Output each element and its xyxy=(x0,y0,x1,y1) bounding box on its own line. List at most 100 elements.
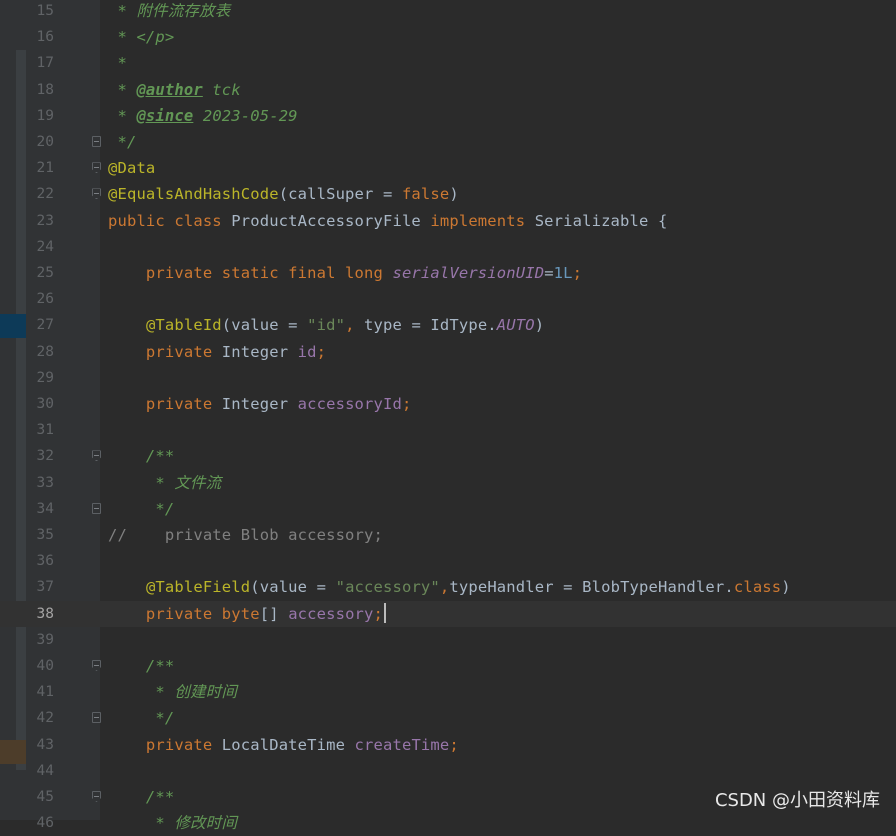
line-number: 24 xyxy=(36,238,54,255)
code-line[interactable]: 18 * @author tck xyxy=(0,77,896,103)
code-text: @TableField(value = "accessory",typeHand… xyxy=(108,576,791,598)
fold-end-icon[interactable] xyxy=(92,502,101,514)
code-text: private LocalDateTime createTime; xyxy=(108,734,459,756)
code-token: public class xyxy=(108,211,232,230)
code-token: * 创建时间 xyxy=(108,683,237,702)
code-line[interactable]: 24 xyxy=(0,234,896,260)
fold-open-icon[interactable] xyxy=(92,450,101,462)
code-text: private Integer accessoryId; xyxy=(108,393,411,415)
code-text: // private Blob accessory; xyxy=(108,524,383,546)
code-line[interactable]: 46 * 修改时间 xyxy=(0,810,896,836)
line-number: 35 xyxy=(36,527,54,543)
code-token: /** xyxy=(108,657,175,675)
code-token: = xyxy=(544,264,554,282)
code-line[interactable]: 29 xyxy=(0,365,896,391)
code-line[interactable]: 28 private Integer id; xyxy=(0,339,896,365)
line-number: 17 xyxy=(36,55,54,72)
code-line[interactable]: 35 // private Blob accessory; xyxy=(0,522,896,548)
fold-open-icon[interactable] xyxy=(92,188,101,200)
code-token: * 附件流存放表 xyxy=(108,2,231,20)
line-number: 36 xyxy=(36,553,54,570)
line-number: 26 xyxy=(36,291,54,308)
code-line[interactable]: 43 private LocalDateTime createTime; xyxy=(0,732,896,758)
code-line[interactable]: 44 xyxy=(0,758,896,784)
line-number: 18 xyxy=(36,81,54,98)
watermark: CSDN @小田资料库 xyxy=(714,790,880,811)
code-line[interactable]: 19 * @since 2023-05-29 xyxy=(0,103,896,129)
code-token: ) xyxy=(534,316,545,335)
code-text: private Integer id; xyxy=(108,341,326,363)
code-line[interactable]: 38 private byte[] accessory; xyxy=(0,600,896,627)
code-token: (value = xyxy=(250,578,336,597)
code-line[interactable]: 33 * 文件流 xyxy=(0,470,896,496)
code-token: private xyxy=(108,342,222,361)
fold-open-icon[interactable] xyxy=(92,660,101,671)
line-number: 38 xyxy=(36,605,54,622)
line-number: 40 xyxy=(36,658,54,674)
line-number: 46 xyxy=(36,815,54,832)
code-line[interactable]: 20 */ xyxy=(0,129,896,155)
code-line[interactable]: 39 xyxy=(0,627,896,653)
code-token: */ xyxy=(108,709,175,728)
code-text: */ xyxy=(108,498,174,520)
code-line[interactable]: 27 @TableId(value = "id", type = IdType.… xyxy=(0,312,896,338)
code-token: createTime xyxy=(354,735,450,754)
code-line[interactable]: 23 public class ProductAccessoryFile impl… xyxy=(0,208,896,234)
code-token: class xyxy=(733,578,782,597)
code-line[interactable]: 30 private Integer accessoryId; xyxy=(0,391,896,417)
code-line[interactable]: 41 * 创建时间 xyxy=(0,679,896,705)
code-token: LocalDateTime xyxy=(221,735,355,754)
code-token: AUTO xyxy=(496,316,535,335)
code-line[interactable]: 32 /** xyxy=(0,443,896,469)
code-token: ProductAccessoryFile xyxy=(231,211,431,230)
code-line[interactable]: 16 * </p> xyxy=(0,24,896,50)
fold-end-icon[interactable] xyxy=(92,712,101,724)
code-text: public class ProductAccessoryFile implem… xyxy=(108,210,667,232)
code-token: (callSuper = xyxy=(278,185,402,204)
code-token: @Data xyxy=(108,159,156,178)
code-line[interactable]: 36 xyxy=(0,548,896,574)
fold-end-icon[interactable] xyxy=(92,136,101,147)
code-text: private static final long serialVersionU… xyxy=(108,262,582,284)
code-token: // private Blob accessory; xyxy=(108,526,383,544)
code-line[interactable]: 26 xyxy=(0,286,896,312)
code-token: private static final long xyxy=(108,264,393,282)
line-number: 27 xyxy=(36,317,54,334)
code-line[interactable]: 15 * 附件流存放表 xyxy=(0,0,896,24)
code-token: ; xyxy=(401,395,412,413)
code-line[interactable]: 22 @EqualsAndHashCode(callSuper = false) xyxy=(0,181,896,207)
code-text: * xyxy=(108,52,127,74)
code-line[interactable]: 21 @Data xyxy=(0,155,896,181)
code-line[interactable]: 25 private static final long serialVersi… xyxy=(0,260,896,286)
line-number: 20 xyxy=(36,134,54,150)
code-token: @TableId xyxy=(145,316,222,335)
code-token: tck xyxy=(202,80,241,99)
line-number: 34 xyxy=(36,500,54,517)
code-text: /** xyxy=(108,445,174,467)
code-line[interactable]: 40 /** xyxy=(0,653,896,679)
line-number: 32 xyxy=(36,448,54,465)
code-line[interactable]: 31 xyxy=(0,417,896,443)
code-token: Integer xyxy=(221,342,298,361)
code-token: /** xyxy=(108,788,175,806)
code-token: private xyxy=(108,604,222,623)
code-text: @TableId(value = "id", type = IdType.AUT… xyxy=(108,314,544,336)
code-line[interactable]: 37 @TableField(value = "accessory",typeH… xyxy=(0,574,896,600)
code-token: serialVersionUID xyxy=(392,264,545,282)
line-number: 21 xyxy=(36,160,54,177)
line-number: 23 xyxy=(36,212,54,229)
code-line[interactable]: 42 */ xyxy=(0,705,896,731)
code-line[interactable]: 34 */ xyxy=(0,496,896,522)
code-token: , xyxy=(345,316,365,335)
line-number: 29 xyxy=(36,369,54,386)
code-token: accessory xyxy=(288,604,374,623)
code-line[interactable]: 17 * xyxy=(0,50,896,76)
code-text: /** xyxy=(108,655,174,677)
code-token: Integer xyxy=(221,395,298,413)
fold-open-icon[interactable] xyxy=(92,791,101,802)
code-token: * 修改时间 xyxy=(108,814,237,833)
fold-open-icon[interactable] xyxy=(92,162,101,174)
code-token: [] xyxy=(259,604,289,623)
code-editor[interactable]: 15 * 附件流存放表 16 * </p> 17 * 18 * @author tck… xyxy=(0,0,896,832)
